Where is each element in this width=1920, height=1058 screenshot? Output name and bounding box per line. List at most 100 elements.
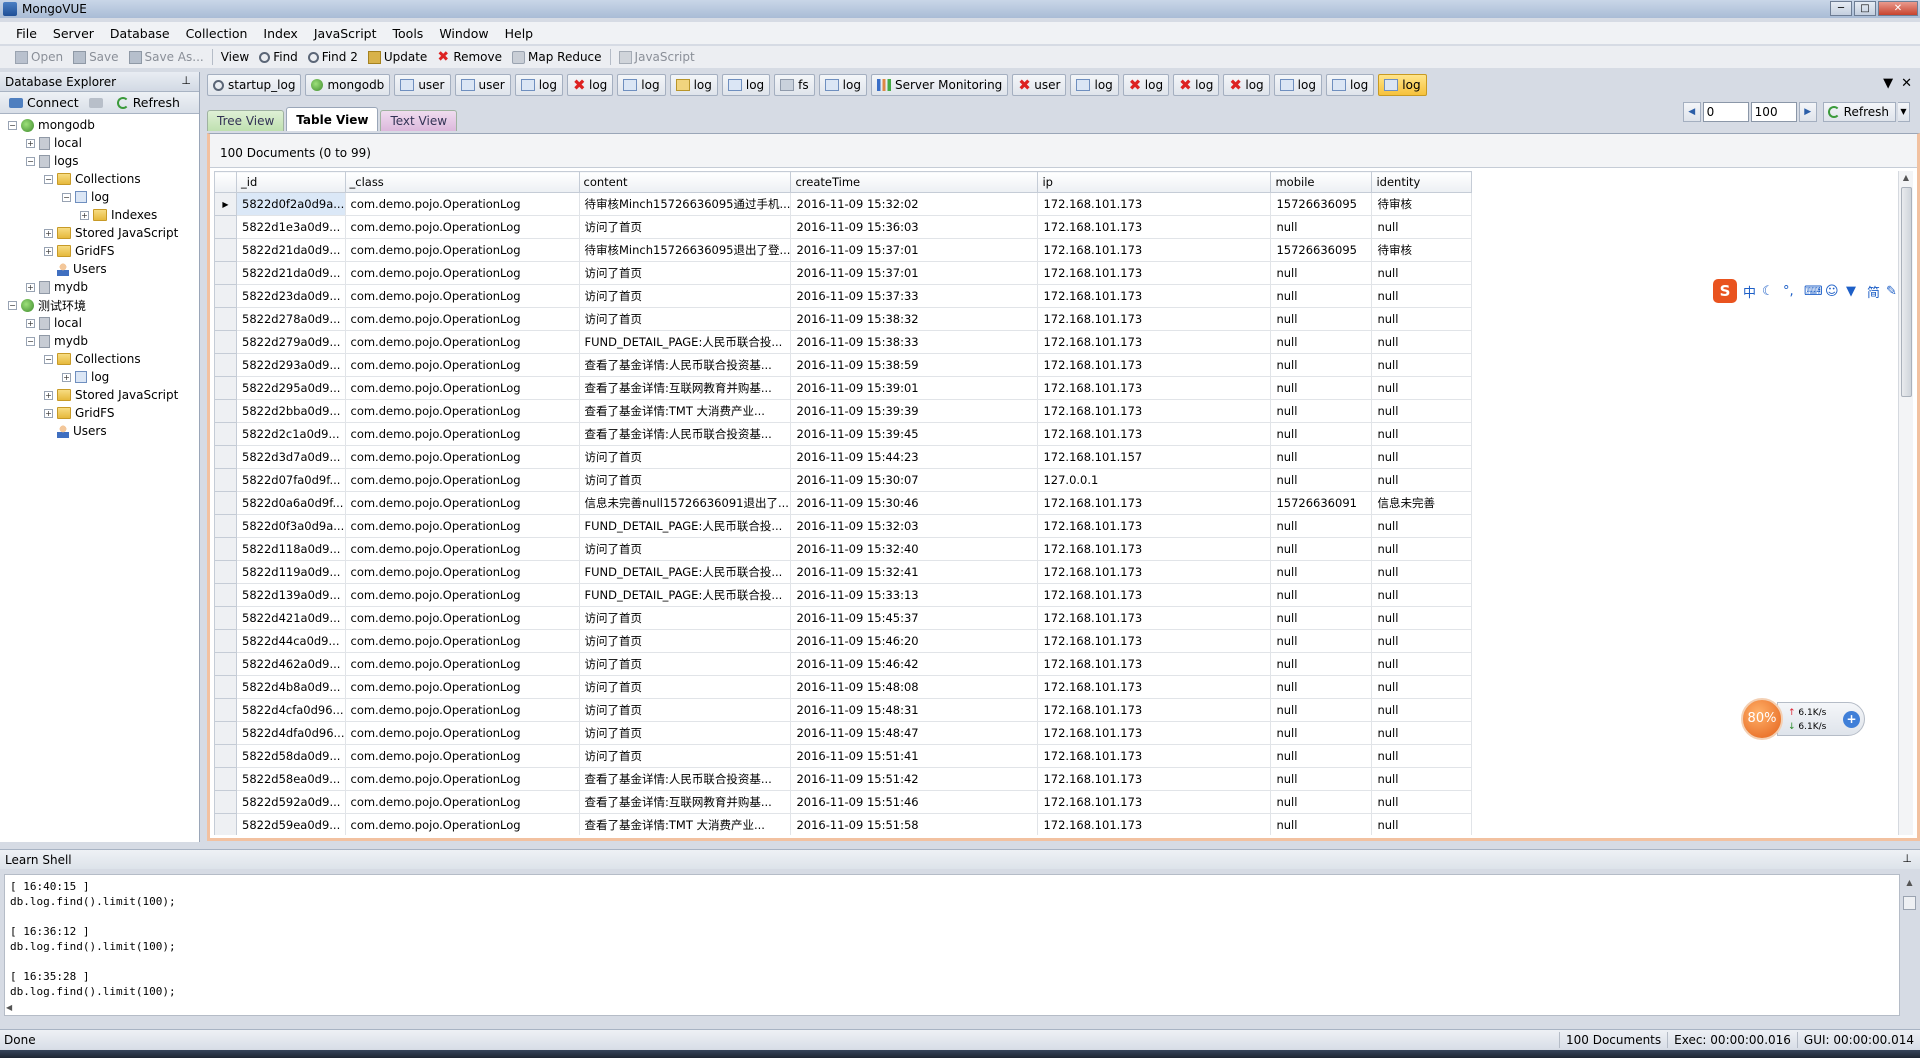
table-cell[interactable]: 172.168.101.173 — [1037, 675, 1272, 699]
table-cell[interactable]: 172.168.101.173 — [1037, 284, 1272, 308]
row-selector[interactable] — [214, 307, 237, 331]
table-cell[interactable]: 172.168.101.173 — [1037, 744, 1272, 768]
table-cell[interactable]: 172.168.101.157 — [1037, 445, 1272, 469]
column-header-ip[interactable]: ip — [1037, 171, 1272, 193]
table-row[interactable]: 5822d0a6a0d9f... com.demo.pojo.OperationL… — [214, 491, 1473, 515]
tree-node[interactable]: + mydb — [0, 278, 199, 296]
document-tab[interactable]: log — [1070, 74, 1119, 96]
menu-window[interactable]: Window — [431, 26, 496, 41]
table-cell[interactable]: 访问了首页 — [578, 698, 792, 722]
table-cell[interactable]: com.demo.pojo.OperationLog — [344, 744, 580, 768]
table-cell[interactable]: 172.168.101.173 — [1037, 583, 1272, 607]
document-tab[interactable]: ✖ log — [1223, 74, 1270, 96]
table-row[interactable]: 5822d0f3a0d9a... com.demo.pojo.OperationL… — [214, 514, 1473, 538]
table-cell[interactable]: 2016-11-09 15:32:41 — [790, 560, 1039, 584]
table-cell[interactable]: com.demo.pojo.OperationLog — [344, 514, 580, 538]
table-cell[interactable]: 5822d4dfa0d96... — [236, 721, 346, 745]
scroll-up-arrow-icon[interactable]: ▲ — [1899, 171, 1913, 185]
table-cell[interactable]: null — [1270, 353, 1373, 377]
expand-icon[interactable]: + — [44, 408, 53, 418]
table-cell[interactable]: null — [1270, 422, 1373, 446]
table-cell[interactable]: null — [1371, 606, 1473, 630]
table-cell[interactable]: null — [1270, 215, 1373, 239]
table-cell[interactable]: 5822d4b8a0d9... — [236, 675, 346, 699]
table-cell[interactable]: com.demo.pojo.OperationLog — [344, 238, 580, 262]
table-cell[interactable]: com.demo.pojo.OperationLog — [344, 422, 580, 446]
collapse-icon[interactable]: − — [62, 192, 71, 202]
document-tab[interactable]: user — [394, 74, 451, 96]
table-cell[interactable]: null — [1270, 583, 1373, 607]
table-cell[interactable]: 访问了首页 — [578, 537, 792, 561]
table-cell[interactable]: 5822d59ea0d9... — [236, 813, 346, 835]
table-cell[interactable]: 172.168.101.173 — [1037, 330, 1272, 354]
table-cell[interactable]: com.demo.pojo.OperationLog — [344, 537, 580, 561]
learn-shell-output[interactable]: [ 16:40:15 ] db.log.find().limit(100);[ 1… — [4, 874, 1900, 1016]
table-cell[interactable]: null — [1270, 698, 1373, 722]
table-cell[interactable]: 5822d279a0d9... — [236, 330, 346, 354]
connect-button[interactable]: Connect — [4, 95, 84, 110]
table-cell[interactable]: 5822d295a0d9... — [236, 376, 346, 400]
collapse-icon[interactable]: − — [44, 174, 53, 184]
table-cell[interactable]: 2016-11-09 15:32:40 — [790, 537, 1039, 561]
document-tab[interactable]: fs — [774, 74, 815, 96]
tree-node[interactable]: + local — [0, 134, 199, 152]
table-cell[interactable]: com.demo.pojo.OperationLog — [344, 629, 580, 653]
table-cell[interactable]: 172.168.101.173 — [1037, 215, 1272, 239]
table-cell[interactable]: 2016-11-09 15:33:13 — [790, 583, 1039, 607]
keyboard-icon[interactable]: ⌨ — [1804, 284, 1823, 299]
table-cell[interactable]: 查看了基金详情:TMT 大消费产业... — [578, 813, 792, 835]
row-selector[interactable] — [214, 399, 237, 423]
document-tab[interactable]: mongodb — [305, 74, 391, 96]
table-cell[interactable]: null — [1270, 284, 1373, 308]
table-cell[interactable]: null — [1371, 445, 1473, 469]
table-cell[interactable]: null — [1371, 583, 1473, 607]
table-cell[interactable]: com.demo.pojo.OperationLog — [344, 606, 580, 630]
row-selector[interactable]: ▶ — [214, 192, 237, 216]
row-selector[interactable] — [214, 721, 237, 745]
table-cell[interactable]: 2016-11-09 15:48:47 — [790, 721, 1039, 745]
table-cell[interactable]: com.demo.pojo.OperationLog — [344, 468, 580, 492]
tree-node[interactable]: + Stored JavaScript — [0, 386, 199, 404]
document-tab[interactable]: log — [818, 74, 867, 96]
limit-input[interactable]: 100 — [1750, 102, 1797, 122]
table-cell[interactable]: 172.168.101.173 — [1037, 261, 1272, 285]
row-selector[interactable] — [214, 744, 237, 768]
menu-javascript[interactable]: JavaScript — [306, 26, 385, 41]
column-header-mobile[interactable]: mobile — [1270, 171, 1373, 193]
table-row[interactable]: 5822d118a0d9... com.demo.pojo.OperationLo… — [214, 537, 1473, 561]
table-cell[interactable]: 172.168.101.173 — [1037, 721, 1272, 745]
user-icon[interactable]: ☺ — [1825, 284, 1840, 299]
ime-mode-toggle[interactable]: 简 — [1867, 282, 1880, 301]
save-as-button[interactable]: Save As... — [124, 47, 209, 67]
table-cell[interactable]: 待审核Minch15726636095退出了登... — [578, 238, 792, 262]
table-cell[interactable]: 2016-11-09 15:30:46 — [790, 491, 1039, 515]
column-header-identity[interactable]: identity — [1371, 171, 1473, 193]
table-cell[interactable]: null — [1371, 514, 1473, 538]
table-row[interactable]: ▶ 5822d0f2a0d9a... com.demo.pojo.Operation… — [214, 192, 1473, 216]
document-tab[interactable]: startup_log — [207, 74, 302, 96]
table-cell[interactable]: com.demo.pojo.OperationLog — [344, 353, 580, 377]
tree-node[interactable]: − mydb — [0, 332, 199, 350]
document-tab[interactable]: Server Monitoring — [870, 74, 1009, 96]
table-cell[interactable]: null — [1270, 514, 1373, 538]
table-cell[interactable]: 访问了首页 — [578, 721, 792, 745]
table-cell[interactable]: null — [1371, 537, 1473, 561]
table-cell[interactable]: 172.168.101.173 — [1037, 606, 1272, 630]
table-cell[interactable]: 15726636095 — [1270, 238, 1373, 262]
table-cell[interactable]: 查看了基金详情:TMT 大消费产业... — [578, 399, 792, 423]
row-selector[interactable] — [214, 215, 237, 239]
table-cell[interactable]: null — [1270, 537, 1373, 561]
tree-node[interactable]: + Stored JavaScript — [0, 224, 199, 242]
table-cell[interactable]: 5822d421a0d9... — [236, 606, 346, 630]
minimize-button[interactable]: ─ — [1830, 1, 1852, 16]
expand-icon[interactable]: + — [80, 210, 89, 220]
memory-usage-ball[interactable]: 80% — [1741, 698, 1783, 740]
table-cell[interactable]: 5822d21da0d9... — [236, 238, 346, 262]
menu-file[interactable]: File — [8, 26, 45, 41]
row-selector[interactable] — [214, 629, 237, 653]
tree-node[interactable]: + log — [0, 368, 199, 386]
table-cell[interactable]: 172.168.101.173 — [1037, 652, 1272, 676]
table-cell[interactable]: 待审核 — [1371, 192, 1473, 216]
table-cell[interactable]: null — [1270, 560, 1373, 584]
document-tab[interactable]: ✖ user — [1012, 74, 1067, 96]
